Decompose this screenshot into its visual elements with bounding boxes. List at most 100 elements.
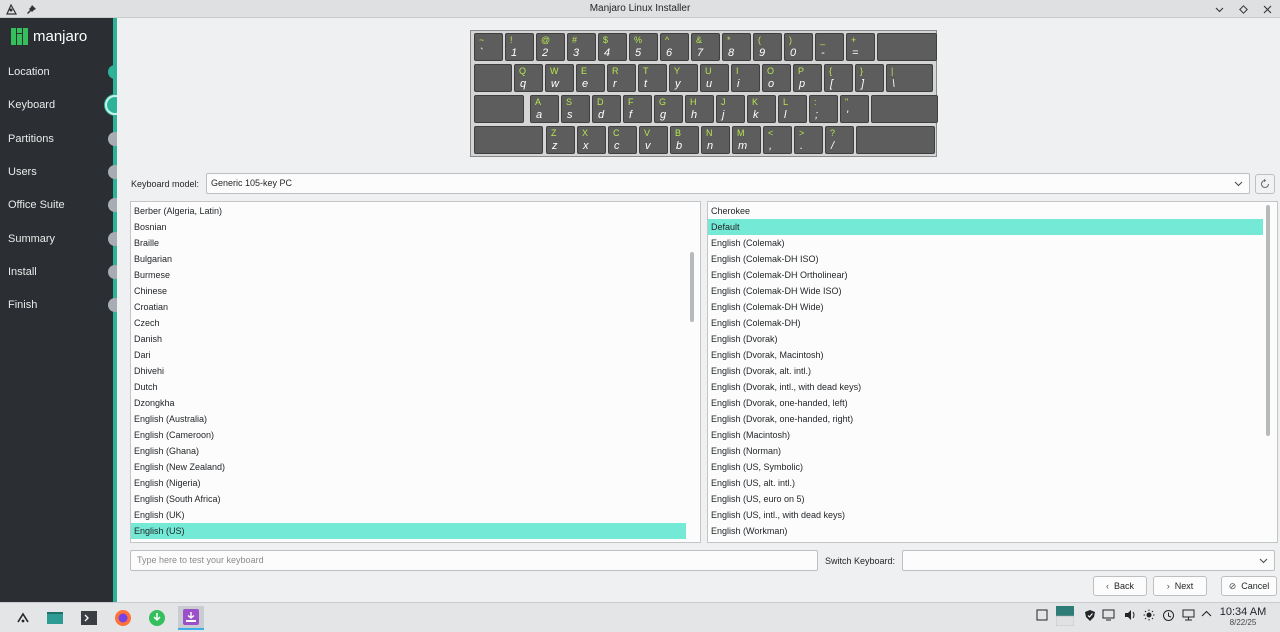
- key-upper-legend: V: [644, 128, 651, 138]
- key-lower-legend: x: [583, 140, 589, 152]
- key: ) 0: [784, 33, 813, 61]
- layout-list-item[interactable]: Croatian: [131, 299, 686, 315]
- key: [856, 126, 935, 154]
- key: <,: [763, 126, 792, 154]
- layout-list-item[interactable]: English (UK): [131, 507, 686, 523]
- file-manager-icon[interactable]: [42, 606, 68, 630]
- layout-list-item[interactable]: Dhivehi: [131, 363, 686, 379]
- variant-list-item[interactable]: English (Dvorak, intl., with dead keys): [708, 379, 1263, 395]
- variant-list-item[interactable]: English (US, euro on 5): [708, 491, 1263, 507]
- variant-list-item[interactable]: English (Colemak-DH): [708, 315, 1263, 331]
- key-lower-legend: f: [629, 109, 633, 121]
- key: Ww: [545, 64, 574, 92]
- variant-list-item[interactable]: Default: [708, 219, 1263, 235]
- layout-list-item[interactable]: Bulgarian: [131, 251, 686, 267]
- firefox-icon[interactable]: [110, 606, 136, 630]
- variant-list-item[interactable]: Cherokee: [708, 203, 1263, 219]
- keyboard-model-select[interactable]: Generic 105-key PC: [206, 173, 1250, 194]
- layout-list-item[interactable]: English (South Africa): [131, 491, 686, 507]
- variant-list-item[interactable]: English (Workman): [708, 523, 1263, 539]
- variant-list-item[interactable]: English (Dvorak, Macintosh): [708, 347, 1263, 363]
- key-upper-legend: &: [696, 35, 703, 45]
- brand: manjaro: [11, 28, 87, 45]
- minimize-chevron-icon[interactable]: [1212, 2, 1226, 16]
- reset-model-button[interactable]: [1255, 174, 1275, 194]
- key: Nn: [701, 126, 730, 154]
- key: ~ `: [474, 33, 503, 61]
- switch-keyboard-select[interactable]: [902, 550, 1275, 571]
- keep-above-diamond-icon[interactable]: [1236, 2, 1250, 16]
- key-upper-legend: ": [845, 97, 849, 107]
- layout-list-item[interactable]: English (Ghana): [131, 443, 686, 459]
- display-config-icon[interactable]: [1102, 609, 1115, 624]
- variant-list-item[interactable]: English (US, alt. intl.): [708, 475, 1263, 491]
- software-download-icon[interactable]: [144, 606, 170, 630]
- keyboard-test-input[interactable]: Type here to test your keyboard: [130, 550, 818, 571]
- back-button[interactable]: ‹ Back: [1093, 576, 1147, 596]
- key: Ee: [576, 64, 605, 92]
- layout-list-item[interactable]: Dari: [131, 347, 686, 363]
- window-overview-icon[interactable]: [1036, 609, 1048, 624]
- layout-list-item[interactable]: Berber (Algeria, Latin): [131, 203, 686, 219]
- layout-list[interactable]: Berber (Algeria, Latin) Bosnian Braille Bul…: [130, 201, 701, 543]
- close-icon[interactable]: [1260, 2, 1274, 16]
- variant-list-item[interactable]: English (Colemak-DH Wide ISO): [708, 283, 1263, 299]
- variant-list-item[interactable]: English (US, Symbolic): [708, 459, 1263, 475]
- layout-list-item[interactable]: Dutch: [131, 379, 686, 395]
- app-launcher-icon[interactable]: [10, 606, 36, 630]
- key-upper-legend: H: [690, 97, 697, 107]
- updates-icon[interactable]: [1162, 609, 1175, 625]
- variant-scrollbar-thumb[interactable]: [1266, 205, 1270, 436]
- layout-list-item[interactable]: Chinese: [131, 283, 686, 299]
- layout-list-item[interactable]: English (Nigeria): [131, 475, 686, 491]
- key-lower-legend: 6: [666, 47, 673, 59]
- key: >.: [794, 126, 823, 154]
- layout-list-item[interactable]: Czech: [131, 315, 686, 331]
- layout-list-item[interactable]: Dzongkha: [131, 395, 686, 411]
- layout-list-item[interactable]: Braille: [131, 235, 686, 251]
- variant-list-item[interactable]: English (Colemak): [708, 235, 1263, 251]
- variant-list[interactable]: Cherokee Default English (Colemak) English …: [707, 201, 1278, 543]
- layout-list-item[interactable]: Bosnian: [131, 219, 686, 235]
- cancel-button[interactable]: ⊘ Cancel: [1221, 576, 1277, 596]
- key: Oo: [762, 64, 791, 92]
- key: ! 1: [505, 33, 534, 61]
- layout-list-item[interactable]: English (Australia): [131, 411, 686, 427]
- layout-scrollbar-thumb[interactable]: [690, 252, 694, 322]
- keyboard-model-value: Generic 105-key PC: [211, 178, 293, 188]
- layout-list-item[interactable]: English (New Zealand): [131, 459, 686, 475]
- key-upper-legend: +: [851, 35, 857, 45]
- key-lower-legend: 5: [635, 47, 642, 59]
- variant-list-item[interactable]: English (Colemak-DH ISO): [708, 251, 1263, 267]
- key: Uu: [700, 64, 729, 92]
- variant-list-item[interactable]: English (Dvorak, one-handed, right): [708, 411, 1263, 427]
- layout-list-item[interactable]: English (US): [131, 523, 686, 539]
- clock[interactable]: 10:34 AM 8/22/25: [1218, 606, 1268, 627]
- variant-list-item[interactable]: English (Dvorak): [708, 331, 1263, 347]
- key-lower-legend: `: [480, 47, 484, 59]
- layout-list-item[interactable]: Danish: [131, 331, 686, 347]
- terminal-icon[interactable]: [76, 606, 102, 630]
- security-shield-icon[interactable]: [1084, 609, 1096, 625]
- variant-list-item[interactable]: English (Colemak-DH Ortholinear): [708, 267, 1263, 283]
- show-hidden-chevron-icon[interactable]: [1201, 609, 1212, 623]
- layout-list-item[interactable]: English (Cameroon): [131, 427, 686, 443]
- variant-list-item[interactable]: English (US, intl., with dead keys): [708, 507, 1263, 523]
- key: * 8: [722, 33, 751, 61]
- installer-taskbar-icon[interactable]: [178, 606, 204, 630]
- network-icon[interactable]: [1182, 609, 1195, 624]
- variant-list-item[interactable]: English (Macintosh): [708, 427, 1263, 443]
- layout-scrollbar[interactable]: [689, 204, 695, 540]
- desktop-pager-icon[interactable]: [1055, 606, 1075, 629]
- variant-list-item[interactable]: English (Dvorak, one-handed, left): [708, 395, 1263, 411]
- layout-list-item[interactable]: Burmese: [131, 267, 686, 283]
- brightness-icon[interactable]: [1143, 609, 1155, 624]
- variant-list-item[interactable]: English (Dvorak, alt. intl.): [708, 363, 1263, 379]
- volume-icon[interactable]: [1124, 609, 1136, 624]
- variant-scrollbar[interactable]: [1265, 204, 1271, 540]
- variant-list-item[interactable]: English (Norman): [708, 443, 1263, 459]
- key: $4: [598, 33, 627, 61]
- variant-list-item[interactable]: English (Colemak-DH Wide): [708, 299, 1263, 315]
- next-button[interactable]: › Next: [1153, 576, 1207, 596]
- key: Ii: [731, 64, 760, 92]
